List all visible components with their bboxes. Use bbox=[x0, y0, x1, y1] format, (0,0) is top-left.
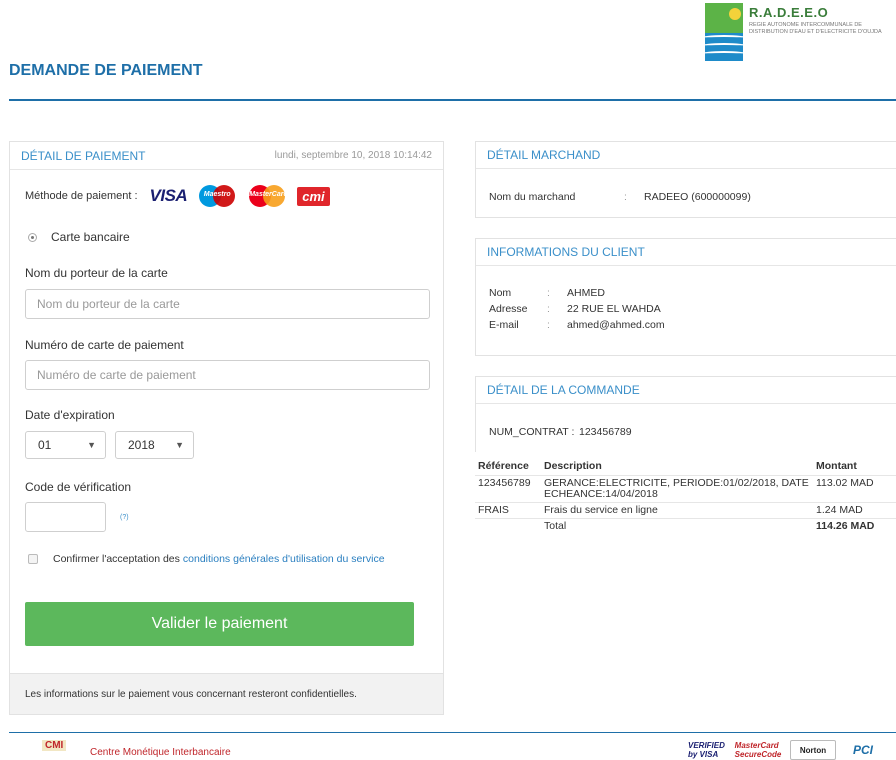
confidentiality-note: Les informations sur le paiement vous co… bbox=[10, 673, 443, 714]
chevron-down-icon: ▼ bbox=[175, 440, 184, 450]
total-value: 114.26 MAD bbox=[813, 517, 896, 534]
table-row: FRAIS Frais du service en ligne 1.24 MAD bbox=[475, 501, 896, 518]
payment-panel-title: DÉTAIL DE PAIEMENT bbox=[21, 148, 146, 163]
contract-row: NUM_CONTRAT : 123456789 bbox=[489, 424, 632, 440]
terms-link[interactable]: conditions générales d'utilisation du se… bbox=[183, 553, 385, 565]
cmi-footer-name: Centre Monétique Interbancaire bbox=[90, 747, 231, 758]
client-panel-title: INFORMATIONS DU CLIENT bbox=[487, 245, 645, 259]
confidentiality-text: Les informations sur le paiement vous co… bbox=[25, 688, 357, 700]
maestro-logo-icon: Maestro bbox=[199, 185, 236, 207]
footer-divider bbox=[9, 732, 896, 733]
card-radio-label: Carte bancaire bbox=[51, 230, 130, 244]
table-row: 123456789 GERANCE:ELECTRICITE, PERIODE:0… bbox=[475, 474, 896, 502]
verified-by-visa-badge-icon: VERIFIED by VISA bbox=[688, 741, 725, 759]
chevron-down-icon: ▼ bbox=[87, 440, 96, 450]
holder-label: Nom du porteur de la carte bbox=[25, 266, 168, 280]
cvv-label: Code de vérification bbox=[25, 480, 132, 494]
payment-datetime: lundi, septembre 10, 2018 10:14:42 bbox=[274, 150, 432, 161]
terms-prefix: Confirmer l'acceptation des bbox=[53, 553, 180, 565]
cvv-input[interactable] bbox=[25, 502, 106, 532]
terms-checkbox[interactable] bbox=[28, 554, 38, 564]
radeeo-logo-mark-icon bbox=[705, 3, 743, 61]
order-table: Référence Description Montant 123456789 … bbox=[475, 458, 896, 534]
card-radio-option[interactable]: Carte bancaire bbox=[28, 230, 130, 244]
terms-row: Confirmer l'acceptation des conditions g… bbox=[28, 553, 385, 565]
logo-subtitle: REGIE AUTONOME INTERCOMMUNALE DE DISTRIB… bbox=[749, 22, 882, 35]
client-info-list: Nom: AHMED Adresse:22 RUE EL WAHDA E-mail… bbox=[489, 285, 665, 333]
merchant-panel-header: DÉTAIL MARCHAND bbox=[476, 142, 896, 169]
page-title: DEMANDE DE PAIEMENT bbox=[9, 62, 203, 79]
client-row: E-mail: ahmed@ahmed.com bbox=[489, 319, 665, 331]
total-label: Total bbox=[541, 517, 813, 534]
client-panel-header: INFORMATIONS DU CLIENT bbox=[476, 239, 896, 266]
merchant-name-row: Nom du marchand : RADEEO (600000099) bbox=[489, 189, 751, 205]
client-row: Nom: AHMED bbox=[489, 287, 605, 299]
mastercard-logo-icon: MasterCard bbox=[249, 185, 288, 207]
payment-method-row: Méthode de paiement : VISA Maestro Maste… bbox=[25, 185, 330, 207]
holder-name-input[interactable] bbox=[25, 289, 430, 319]
contract-label: NUM_CONTRAT : bbox=[489, 426, 575, 438]
payment-panel: DÉTAIL DE PAIEMENT lundi, septembre 10, … bbox=[9, 141, 444, 715]
pci-badge-icon: PCI bbox=[852, 743, 873, 757]
merchant-panel: DÉTAIL MARCHAND Nom du marchand : RADEEO… bbox=[475, 141, 896, 218]
merchant-panel-title: DÉTAIL MARCHAND bbox=[487, 148, 601, 162]
card-number-input[interactable] bbox=[25, 360, 430, 390]
order-panel-title: DÉTAIL DE LA COMMANDE bbox=[487, 383, 640, 397]
logo-title: R.A.D.E.E.O bbox=[749, 5, 829, 20]
mastercard-securecode-badge-icon: MasterCard SecureCode bbox=[734, 741, 782, 759]
radio-selected-icon[interactable] bbox=[28, 232, 37, 242]
norton-badge-icon: Norton bbox=[790, 740, 836, 760]
payment-method-label: Méthode de paiement : bbox=[25, 190, 138, 202]
client-row: Adresse:22 RUE EL WAHDA bbox=[489, 303, 661, 315]
cmi-logo-icon: cmi bbox=[297, 186, 330, 206]
expiry-month-value: 01 bbox=[38, 438, 52, 452]
radeeo-logo: R.A.D.E.E.O REGIE AUTONOME INTERCOMMUNAL… bbox=[705, 3, 895, 61]
header-divider bbox=[9, 99, 896, 101]
expiry-year-value: 2018 bbox=[128, 438, 155, 452]
submit-payment-button[interactable]: Valider le paiement bbox=[25, 602, 414, 646]
merchant-name-label: Nom du marchand bbox=[489, 191, 576, 203]
cmi-footer-logo: CMI bbox=[42, 740, 67, 751]
order-panel-header: DÉTAIL DE LA COMMANDE bbox=[476, 377, 896, 404]
expiry-year-select[interactable]: 2018 ▼ bbox=[115, 431, 194, 459]
client-panel: INFORMATIONS DU CLIENT Nom: AHMED Adresse… bbox=[475, 238, 896, 356]
visa-logo-icon: VISA bbox=[149, 186, 188, 205]
order-table-header: Référence Description Montant bbox=[478, 460, 857, 473]
merchant-name-value: RADEEO (600000099) bbox=[644, 191, 751, 203]
payment-panel-header: DÉTAIL DE PAIEMENT lundi, septembre 10, … bbox=[10, 142, 443, 170]
expiry-label: Date d'expiration bbox=[25, 408, 115, 422]
total-row: Total 114.26 MAD bbox=[475, 517, 896, 534]
card-number-label: Numéro de carte de paiement bbox=[25, 338, 184, 352]
order-panel: DÉTAIL DE LA COMMANDE NUM_CONTRAT : 1234… bbox=[475, 376, 896, 452]
merchant-name-sep: : bbox=[624, 191, 627, 203]
cvv-help-link[interactable]: (?) bbox=[120, 514, 129, 521]
contract-value: 123456789 bbox=[579, 426, 632, 438]
expiry-month-select[interactable]: 01 ▼ bbox=[25, 431, 106, 459]
